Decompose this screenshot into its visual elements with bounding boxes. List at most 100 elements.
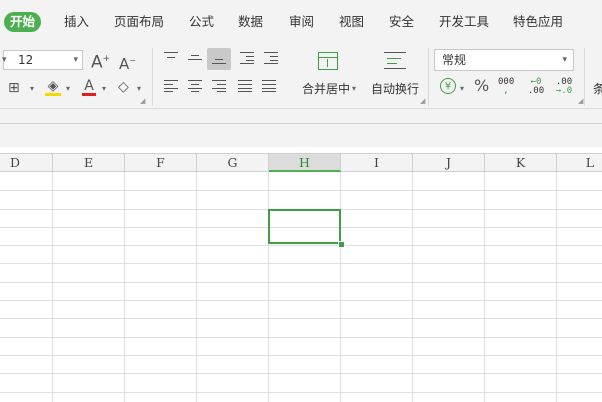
cell-grid[interactable] <box>0 172 602 402</box>
active-cell-h[interactable] <box>268 209 341 244</box>
merge-cells-icon <box>318 52 338 70</box>
decrease-decimal-button[interactable]: .00 →.0 <box>554 78 574 96</box>
grid-line <box>0 337 602 338</box>
grid-line <box>484 172 485 402</box>
tab-developer[interactable]: 开发工具 <box>439 12 489 32</box>
fill-color-button[interactable]: ◈ <box>45 78 61 96</box>
align-right-button[interactable] <box>212 80 226 93</box>
grid-line <box>0 190 602 191</box>
tab-page-layout[interactable]: 页面布局 <box>114 12 164 32</box>
grid-line <box>0 355 602 356</box>
column-header-g[interactable]: G <box>197 154 269 172</box>
border-icon: ⊞ <box>8 80 20 96</box>
separator <box>428 48 429 106</box>
column-header-j[interactable]: J <box>413 154 485 172</box>
number-dialog-launcher-icon[interactable]: ◢ <box>578 97 583 105</box>
distributed-align-button[interactable] <box>262 80 276 93</box>
tab-view[interactable]: 视图 <box>339 12 364 32</box>
tab-special[interactable]: 特色应用 <box>513 12 563 32</box>
grid-line <box>0 245 602 246</box>
tab-security[interactable]: 安全 <box>389 12 414 32</box>
column-header-f[interactable]: F <box>125 154 197 172</box>
grid-line <box>268 172 269 402</box>
yen-icon: ¥ <box>444 81 452 92</box>
merge-center-label: 合并居中 <box>302 82 351 96</box>
shrink-font-button[interactable]: A− <box>119 53 136 72</box>
chevron-down-icon: ▾ <box>2 55 7 65</box>
grid-line <box>0 300 602 301</box>
chevron-down-icon[interactable]: ▾ <box>137 84 141 93</box>
chevron-down-icon[interactable]: ▾ <box>66 84 70 93</box>
column-header-i[interactable]: I <box>341 154 413 172</box>
justify-button[interactable] <box>238 80 252 93</box>
alignment-dialog-launcher-icon[interactable]: ◢ <box>420 97 425 105</box>
shrink-font-icon: A <box>119 55 130 73</box>
increase-decimal-button[interactable]: ←0 .00 <box>526 78 546 96</box>
font-color-icon: A <box>84 78 94 94</box>
grid-line <box>0 282 602 283</box>
align-middle-button[interactable] <box>188 52 202 64</box>
align-left-button[interactable] <box>164 80 178 93</box>
column-header-k[interactable]: K <box>485 154 557 172</box>
percent-icon: % <box>474 76 490 95</box>
grid-line <box>0 373 602 374</box>
number-format-value: 常规 <box>442 53 467 67</box>
chevron-down-icon[interactable]: ▾ <box>30 84 34 93</box>
wrap-text-icon <box>384 52 406 70</box>
percent-button[interactable]: % <box>474 78 489 94</box>
tab-data[interactable]: 数据 <box>238 12 263 32</box>
grow-font-icon: A <box>91 52 103 73</box>
font-size-select[interactable]: ▾ 12 ▾ <box>2 50 83 70</box>
column-header-e[interactable]: E <box>53 154 125 172</box>
sheet-top-strip <box>0 147 602 154</box>
clear-button[interactable]: ◇ <box>118 79 129 95</box>
align-top-button[interactable] <box>164 52 178 64</box>
column-header-h[interactable]: H <box>269 154 341 172</box>
increase-indent-button[interactable] <box>264 52 278 65</box>
merge-center-button[interactable]: 合并居中 ▾ <box>296 48 362 102</box>
separator <box>152 48 153 106</box>
separator <box>584 48 585 106</box>
conditional-format-button[interactable]: 条 <box>593 80 602 97</box>
tab-home[interactable]: 开始 <box>4 12 42 32</box>
column-header-d[interactable]: D <box>0 154 53 172</box>
increase-decimal-bottom: .00 <box>527 86 545 96</box>
grid-line <box>124 172 125 402</box>
ribbon-tab-bar: 开始 插入 页面布局 公式 数据 审阅 视图 安全 开发工具 特色应用 <box>0 0 602 42</box>
tab-insert[interactable]: 插入 <box>64 12 89 32</box>
wrap-text-label: 自动换行 <box>371 82 420 96</box>
grid-line <box>412 172 413 402</box>
font-size-value: 12 <box>18 53 34 67</box>
chevron-down-icon[interactable]: ▾ <box>352 84 356 93</box>
number-format-select[interactable]: 常规 ▾ <box>434 49 574 71</box>
grow-font-button[interactable]: A+ <box>91 51 110 71</box>
toolbar-gap <box>0 109 602 123</box>
align-center-button[interactable] <box>188 80 202 93</box>
grid-line <box>0 392 602 393</box>
column-header-l[interactable]: L <box>557 154 602 172</box>
font-dialog-launcher-icon[interactable]: ◢ <box>140 97 145 105</box>
chevron-down-icon[interactable]: ▾ <box>102 84 106 93</box>
grid-line <box>52 172 53 402</box>
chevron-down-icon: ▾ <box>562 55 567 65</box>
grid-line <box>340 172 341 402</box>
grid-line <box>0 263 602 264</box>
border-button[interactable]: ⊞ <box>8 80 20 96</box>
tab-review[interactable]: 审阅 <box>289 12 314 32</box>
align-bottom-icon <box>212 53 226 65</box>
formula-bar[interactable] <box>0 123 602 148</box>
grid-line <box>0 318 602 319</box>
font-color-button[interactable]: A <box>82 78 96 96</box>
fill-handle[interactable] <box>338 241 345 248</box>
tab-formulas[interactable]: 公式 <box>189 12 214 32</box>
currency-button[interactable]: ¥ <box>440 78 456 94</box>
decrease-indent-button[interactable] <box>240 52 254 65</box>
comma-style-button[interactable]: 000, <box>498 78 514 96</box>
chevron-down-icon: ▾ <box>73 55 78 65</box>
grid-line <box>196 172 197 402</box>
chevron-down-icon[interactable]: ▾ <box>460 84 464 93</box>
grid-line <box>556 172 557 402</box>
ribbon-toolbar: ▾ 12 ▾ A+ A− ⊞ ▾ ◈ ▾ A ▾ ◇ ▾ ◢ 合并居中 ▾ 自动… <box>0 42 602 109</box>
fill-color-icon: ◈ <box>47 78 59 94</box>
wrap-text-button[interactable]: 自动换行 <box>368 48 424 102</box>
